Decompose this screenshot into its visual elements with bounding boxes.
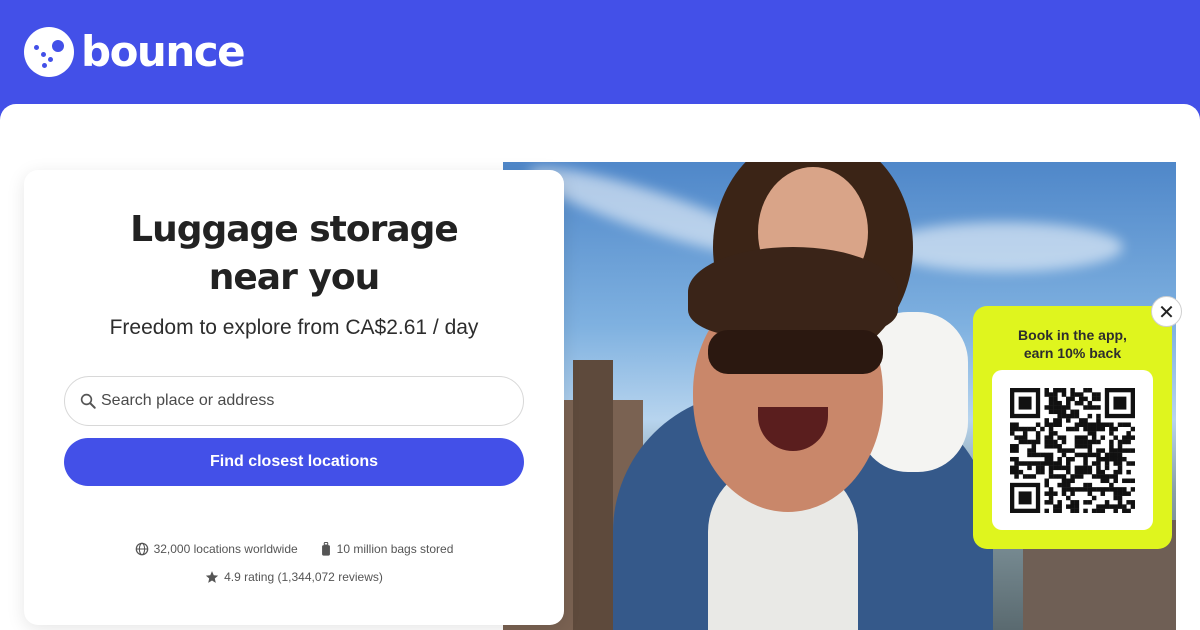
stats-row: 32,000 locations worldwide 10 million ba… [24, 542, 564, 556]
close-icon[interactable]: ✕ [1151, 296, 1182, 327]
stat-locations: 32,000 locations worldwide [135, 542, 298, 556]
top-bar: bounce [0, 0, 1200, 104]
search-input[interactable] [101, 377, 511, 425]
globe-icon [135, 542, 148, 556]
price-subtitle: Freedom to explore from CA$2.61 / day [109, 316, 479, 339]
find-locations-button[interactable]: Find closest locations [64, 438, 524, 486]
stats-row-rating: 4.9 rating (1,344,072 reviews) [24, 570, 564, 584]
brand-name: bounce [81, 27, 246, 76]
stat-bags: 10 million bags stored [320, 542, 453, 556]
star-icon [205, 571, 219, 583]
search-card: Luggage storage near you Freedom to expl… [24, 170, 564, 625]
app-promo-card[interactable]: Book in the app, earn 10% back [973, 306, 1172, 549]
qr-code-box[interactable] [992, 370, 1153, 530]
page-title: Luggage storage near you [130, 209, 459, 298]
qr-code [1010, 388, 1135, 513]
search-field[interactable] [64, 376, 524, 426]
logo-mark-icon [24, 27, 74, 77]
search-icon [80, 393, 96, 409]
app-promo-title: Book in the app, earn 10% back [1018, 327, 1127, 361]
bounce-logo[interactable]: bounce [24, 27, 246, 77]
luggage-icon [321, 542, 330, 556]
stat-rating: 4.9 rating (1,344,072 reviews) [205, 570, 383, 584]
